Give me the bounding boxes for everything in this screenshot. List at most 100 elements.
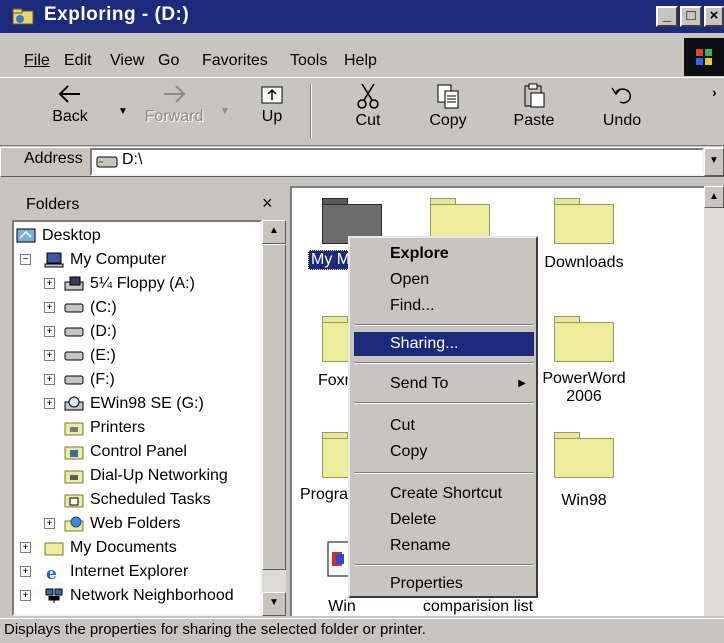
menu-edit[interactable]: Edit (64, 52, 92, 70)
expand-toggle[interactable]: + (44, 326, 55, 337)
file-label-foxmail[interactable]: Foxmail (318, 372, 348, 390)
folder-tree-scrollbar[interactable]: ▲ ▼ (262, 220, 286, 616)
file-label-comparison-list[interactable]: comparision list (398, 598, 558, 616)
tree-item-drive-g[interactable]: + EWin98 SE (G:) (44, 392, 204, 416)
context-menu-sharing[interactable]: Sharing... (354, 332, 534, 356)
menu-separator (354, 472, 534, 474)
expand-toggle[interactable]: + (44, 302, 55, 313)
close-button[interactable]: × (704, 6, 724, 27)
paste-button[interactable]: Paste (508, 82, 560, 142)
tree-item-scheduled-tasks[interactable]: Scheduled Tasks (64, 488, 211, 512)
expand-toggle[interactable]: + (44, 374, 55, 385)
maximize-button[interactable]: □ (680, 6, 702, 27)
menu-view[interactable]: View (110, 52, 144, 70)
file-label-downloads[interactable]: Downloads (538, 254, 630, 272)
expand-toggle[interactable]: + (20, 590, 31, 601)
file-label-powerword[interactable]: PowerWord 2006 (538, 370, 630, 406)
menu-file[interactable]: File (24, 52, 50, 70)
tree-item-my-documents[interactable]: + My Documents (16, 536, 177, 560)
scroll-down-button[interactable]: ▼ (262, 592, 286, 616)
forward-button[interactable]: Forward (140, 82, 208, 142)
context-menu-cut[interactable]: Cut (354, 414, 534, 438)
folder-tree[interactable]: Desktop − My Computer + 5¼ Floppy (A:) +… (12, 220, 262, 616)
drive-icon (96, 156, 118, 168)
dial-up-folder-icon (64, 468, 84, 484)
tree-item-my-computer[interactable]: − My Computer (16, 248, 166, 272)
status-text: Displays the properties for sharing the … (4, 621, 426, 638)
back-dropdown-arrow[interactable]: ▼ (118, 106, 128, 117)
context-menu-delete[interactable]: Delete (354, 508, 534, 532)
tree-item-printers[interactable]: Printers (64, 416, 145, 440)
context-menu-copy[interactable]: Copy (354, 440, 534, 464)
tree-item-network-neighborhood[interactable]: + Network Neighborhood (16, 584, 234, 608)
tree-item-drive-d[interactable]: + (D:) (44, 320, 117, 344)
scroll-up-button[interactable]: ▲ (262, 220, 286, 244)
undo-label: Undo (602, 112, 642, 129)
folder-icon[interactable] (554, 432, 614, 478)
expand-toggle[interactable]: + (44, 278, 55, 289)
expand-toggle[interactable]: + (20, 566, 31, 577)
cut-button[interactable]: Cut (348, 82, 388, 142)
tree-item-internet-explorer[interactable]: + e Internet Explorer (16, 560, 188, 584)
tree-item-label: EWin98 SE (G:) (90, 395, 204, 412)
minimize-button[interactable]: _ (656, 6, 678, 27)
back-arrow-icon (58, 85, 80, 103)
file-list-scrollbar[interactable]: ▲ (704, 186, 724, 616)
folder-icon[interactable] (554, 198, 614, 244)
file-label-win[interactable]: Win (322, 598, 362, 616)
address-dropdown-button[interactable]: ▼ (704, 148, 724, 176)
my-documents-folder-icon (44, 540, 64, 556)
context-menu-rename[interactable]: Rename (354, 534, 534, 558)
tree-item-desktop[interactable]: Desktop (16, 224, 101, 248)
folder-icon[interactable] (554, 316, 614, 362)
undo-button[interactable]: Undo (596, 82, 648, 142)
forward-arrow-icon (164, 85, 186, 103)
tree-item-label: (D:) (90, 323, 117, 340)
up-button[interactable]: Up (252, 82, 292, 142)
tree-item-dial-up-networking[interactable]: Dial-Up Networking (64, 464, 228, 488)
copy-button[interactable]: Copy (424, 82, 472, 142)
tree-item-drive-c[interactable]: + (C:) (44, 296, 117, 320)
address-input[interactable] (90, 148, 704, 176)
expand-toggle[interactable]: + (44, 518, 55, 529)
menu-help[interactable]: Help (344, 52, 377, 70)
context-menu-explore[interactable]: Explore (354, 242, 534, 266)
scroll-thumb[interactable] (262, 244, 286, 570)
tree-item-label: Control Panel (90, 443, 187, 460)
folders-pane-close-button[interactable]: × (262, 193, 273, 214)
tree-item-drive-f[interactable]: + (F:) (44, 368, 115, 392)
menu-go[interactable]: Go (158, 52, 179, 70)
scroll-up-button[interactable]: ▲ (704, 186, 724, 208)
toolbar-overflow-chevron[interactable]: › (712, 84, 717, 100)
tree-item-label: My Documents (70, 539, 177, 556)
tree-item-drive-e[interactable]: + (E:) (44, 344, 116, 368)
menu-separator (354, 564, 534, 566)
file-label-programs[interactable]: Programs (300, 486, 348, 504)
context-menu-open[interactable]: Open (354, 268, 534, 292)
expand-toggle[interactable]: + (44, 398, 55, 409)
menu-favorites[interactable]: Favorites (202, 52, 268, 70)
tree-item-label: 5¼ Floppy (A:) (90, 275, 195, 292)
context-menu-find[interactable]: Find... (354, 294, 534, 318)
collapse-toggle[interactable]: − (20, 254, 31, 265)
context-menu-properties[interactable]: Properties (354, 572, 534, 596)
internet-explorer-icon: e (44, 564, 64, 584)
file-label-win98[interactable]: Win98 (538, 492, 630, 510)
tree-item-control-panel[interactable]: Control Panel (64, 440, 187, 464)
tree-item-label: Desktop (42, 227, 101, 244)
folders-pane-title: Folders (26, 196, 80, 213)
tree-item-floppy-a[interactable]: + 5¼ Floppy (A:) (44, 272, 195, 296)
copy-label: Copy (429, 112, 467, 129)
expand-toggle[interactable]: + (20, 542, 31, 553)
forward-dropdown-arrow[interactable]: ▼ (220, 106, 230, 117)
context-menu-send-to[interactable]: Send To ▶ (354, 372, 534, 396)
scissors-icon (357, 83, 379, 109)
tree-item-web-folders[interactable]: + Web Folders (44, 512, 180, 536)
back-label: Back (52, 108, 88, 125)
context-menu: Explore Open Find... Sharing... Send To … (348, 236, 538, 598)
menu-tools[interactable]: Tools (290, 52, 327, 70)
back-button[interactable]: Back (46, 82, 94, 142)
expand-toggle[interactable]: + (44, 350, 55, 361)
context-menu-create-shortcut[interactable]: Create Shortcut (354, 482, 534, 506)
up-folder-icon (261, 86, 283, 104)
